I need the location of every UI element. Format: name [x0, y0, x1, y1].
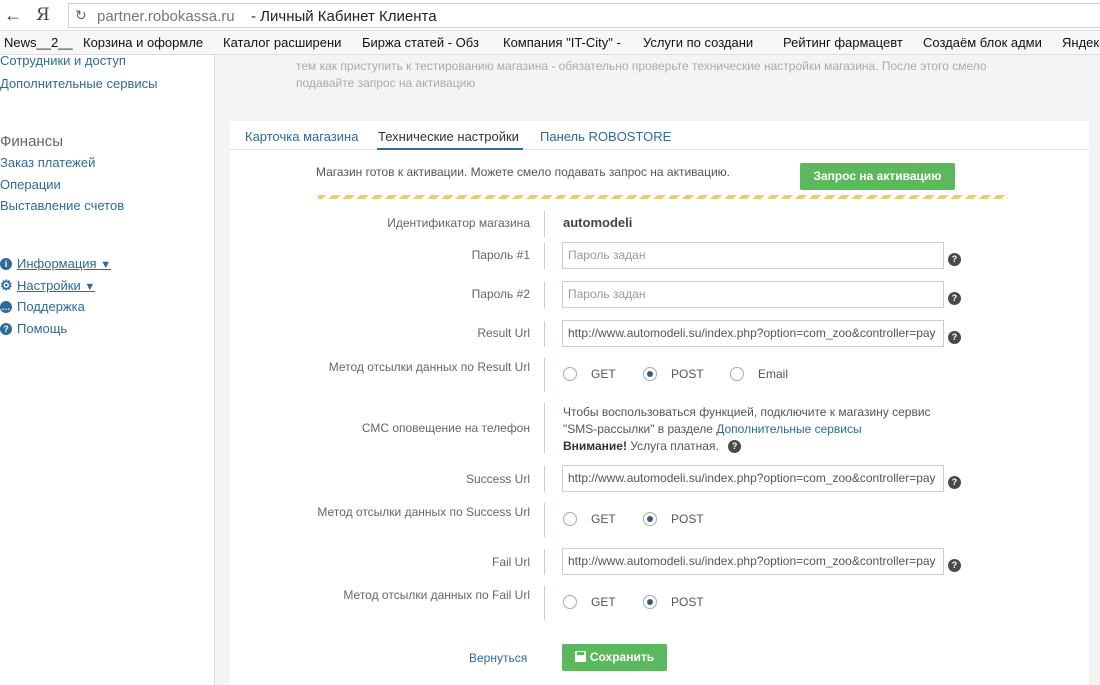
activation-request-button[interactable]: Запрос на активацию	[800, 163, 955, 190]
field-divider	[544, 243, 545, 269]
password1-label: Пароль #1	[471, 248, 530, 262]
bookmark-item[interactable]: Каталог расширени	[223, 35, 349, 50]
fail-url-label: Fail Url	[492, 555, 530, 569]
url-host: partner.robokassa.ru	[97, 8, 235, 25]
help-icon[interactable]: ?	[948, 253, 961, 266]
tab-shop-card[interactable]: Карточка магазина	[245, 129, 358, 144]
success-method-get-radio[interactable]	[563, 512, 577, 526]
fail-method-get-radio[interactable]	[563, 595, 577, 609]
shop-id-label: Идентификатор магазина	[387, 216, 530, 230]
fail-method-get-label: GET	[591, 595, 616, 609]
help-icon[interactable]: ?	[948, 476, 961, 489]
bookmark-item[interactable]: Биржа статей - Обз	[362, 35, 490, 50]
result-method-get-radio[interactable]	[563, 367, 577, 381]
success-url-input[interactable]: http://www.automodeli.su/index.php?optio…	[562, 465, 944, 492]
settings-card: Карточка магазина Технические настройки …	[230, 121, 1089, 685]
activation-ready-text: Магазин готов к активации. Можете смело …	[316, 165, 730, 179]
field-divider	[544, 503, 545, 537]
back-link[interactable]: Вернуться	[469, 651, 527, 665]
success-method-get-label: GET	[591, 512, 616, 526]
dashed-divider	[318, 195, 1008, 199]
field-divider	[544, 549, 545, 575]
sidebar-link-staff[interactable]: Сотрудники и доступ	[0, 55, 126, 68]
page-content: Сотрудники и доступ Дополнительные серви…	[0, 55, 1100, 685]
password2-input[interactable]: Пароль задан	[562, 281, 944, 308]
sidebar-item-information[interactable]: Информация ▼	[17, 256, 111, 271]
extra-services-link[interactable]: Дополнительные сервисы	[716, 422, 861, 436]
tab-robostore[interactable]: Панель ROBOSTORE	[540, 129, 671, 144]
tab-technical-settings[interactable]: Технические настройки	[378, 129, 519, 144]
password1-input[interactable]: Пароль задан	[562, 242, 944, 269]
help-icon[interactable]: ?	[948, 292, 961, 305]
field-divider	[544, 466, 545, 492]
save-button[interactable]: Сохранить	[562, 644, 667, 671]
sidebar-link-invoices[interactable]: Выставление счетов	[0, 198, 124, 213]
tabs-bar: Карточка магазина Технические настройки …	[230, 121, 1089, 150]
fail-method-label: Метод отсылки данных по Fail Url	[343, 588, 530, 602]
sidebar: Сотрудники и доступ Дополнительные серви…	[0, 55, 215, 685]
result-method-post-label: POST	[671, 367, 704, 381]
page-title: - Личный Кабинет Клиента	[251, 8, 437, 25]
bookmark-item[interactable]: News__2__	[4, 35, 74, 50]
url-field[interactable]: ↻ partner.robokassa.ru - Личный Кабинет …	[68, 3, 1100, 28]
password2-label: Пароль #2	[471, 287, 530, 301]
result-method-email-label: Email	[758, 367, 789, 381]
shop-id-value: automodeli	[563, 215, 633, 230]
gear-icon: ⚙	[0, 277, 13, 293]
field-divider	[544, 358, 545, 392]
reload-icon[interactable]: ↻	[75, 7, 87, 24]
field-divider	[544, 282, 545, 308]
bookmark-item[interactable]: Яндекс	[1062, 35, 1100, 50]
bookmarks-bar: News__2__ Корзина и оформле Каталог расш…	[0, 31, 1100, 55]
sidebar-link-extra-services[interactable]: Дополнительные сервисы	[0, 76, 158, 91]
chevron-down-icon: ▼	[84, 281, 96, 293]
browser-address-bar: ← Я ↻ partner.robokassa.ru - Личный Каби…	[0, 0, 1100, 31]
help-icon[interactable]: ?	[948, 559, 961, 572]
result-url-label: Result Url	[477, 326, 530, 340]
success-method-post-label: POST	[671, 512, 704, 526]
sms-attention: Внимание!	[563, 439, 627, 453]
field-divider	[544, 403, 545, 453]
sms-info-text: Чтобы воспользоваться функцией, подключи…	[563, 405, 931, 453]
question-icon: ?	[0, 323, 12, 335]
sidebar-link-payments[interactable]: Заказ платежей	[0, 155, 95, 170]
result-url-input[interactable]: http://www.automodeli.su/index.php?optio…	[562, 320, 944, 347]
sidebar-link-operations[interactable]: Операции	[0, 177, 61, 192]
fail-method-post-radio[interactable]	[643, 595, 657, 609]
chat-icon: …	[0, 301, 12, 313]
yandex-logo-icon[interactable]: Я	[36, 5, 50, 25]
help-icon[interactable]: ?	[728, 440, 742, 453]
sidebar-heading-finance: Финансы	[0, 133, 63, 150]
bookmark-item[interactable]: Услуги по создани	[643, 35, 770, 50]
sidebar-item-settings[interactable]: Настройки ▼	[17, 278, 95, 293]
help-icon[interactable]: ?	[948, 331, 961, 344]
field-divider	[544, 211, 545, 237]
field-divider	[544, 586, 545, 620]
active-tab-indicator	[377, 148, 523, 150]
back-arrow-icon[interactable]: ←	[4, 5, 22, 26]
field-divider	[544, 321, 545, 347]
fail-url-input[interactable]: http://www.automodeli.su/index.php?optio…	[562, 548, 944, 575]
bookmark-item[interactable]: Рейтинг фармацевт	[783, 35, 910, 50]
result-method-label: Метод отсылки данных по Result Url	[328, 360, 530, 374]
fail-method-post-label: POST	[671, 595, 704, 609]
bookmark-item[interactable]: Создаём блок адми	[923, 35, 1050, 50]
intro-text: тем как приступить к тестированию магази…	[296, 59, 987, 90]
success-url-label: Success Url	[465, 472, 530, 486]
floppy-disk-icon	[574, 651, 586, 662]
sidebar-item-support[interactable]: Поддержка	[17, 299, 85, 314]
success-method-label: Метод отсылки данных по Success Url	[317, 505, 530, 519]
result-method-post-radio[interactable]	[643, 367, 657, 381]
result-method-email-radio[interactable]	[730, 367, 744, 381]
sms-label: СМС оповещение на телефон	[361, 421, 530, 435]
result-method-get-label: GET	[591, 367, 616, 381]
success-method-post-radio[interactable]	[643, 512, 657, 526]
bookmark-item[interactable]: Корзина и оформле	[83, 35, 211, 50]
chevron-down-icon: ▼	[100, 259, 112, 271]
bookmark-item[interactable]: Компания "IT-City" -	[503, 35, 631, 50]
info-icon: i	[0, 258, 12, 270]
sidebar-item-help[interactable]: Помощь	[17, 321, 67, 336]
